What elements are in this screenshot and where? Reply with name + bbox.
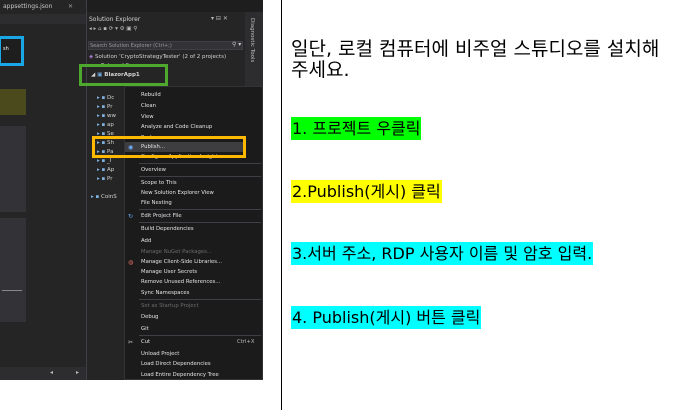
editor-panel <box>0 218 26 322</box>
menu-item-git[interactable]: Git <box>141 326 149 333</box>
editor-panel <box>0 89 26 115</box>
toolbar-icons[interactable]: ◂ ▸ ⌂ ▪ ⟳ ▾ ⚙ ▣ ⚲ <box>89 25 137 34</box>
menu-item-cut[interactable]: Cut <box>141 339 150 346</box>
publish-tab-label: sh <box>3 46 9 52</box>
tree-item-icon: ▸ ▪ <box>97 122 107 128</box>
solution-icon: ◈ <box>89 54 94 60</box>
instruction-panel: 일단, 로컬 컴퓨터에 비주얼 스튜디오를 설치해주세요. 1. 프로젝트 우클… <box>282 0 690 410</box>
tree-item-label: _I <box>107 158 112 164</box>
tree-item-label: CoinS <box>101 194 117 200</box>
context-menu: Rebuild Clean View Analyze and Code Cleanup… <box>92 86 263 380</box>
tree-item-icon: ▸ ▪ <box>97 95 107 101</box>
scroll-left-icon[interactable]: ◂ <box>50 369 53 376</box>
menu-item-load-direct-dependencies[interactable]: Load Direct Dependencies <box>141 361 211 368</box>
document-tab[interactable]: appsettings.json <box>3 0 52 14</box>
divider <box>2 290 22 291</box>
tree-item[interactable]: ▸ ▪ CoinS <box>91 193 117 202</box>
menu-item-manage-user-secrets[interactable]: Manage User Secrets <box>141 269 197 276</box>
tree-item[interactable]: ▸ ▪ Pr <box>97 103 112 112</box>
menu-item-debug[interactable]: Debug <box>141 314 158 321</box>
tree-item[interactable]: ▸ ▪ ww <box>97 112 116 121</box>
menu-separator <box>139 299 261 300</box>
tree-item-label: Dc <box>107 95 115 101</box>
tree-item-icon: ▸ ▪ <box>97 167 107 173</box>
refresh-icon: ↻ <box>128 213 134 220</box>
step-4: 4. Publish(게시) 버튼 클릭 <box>291 306 482 329</box>
scissors-icon: ✂ <box>128 339 134 346</box>
menu-item-scope-to-this[interactable]: Scope to This <box>141 180 177 187</box>
tree-item-label: Ap <box>107 167 115 173</box>
tree-item[interactable]: ▸ ▪ Ap <box>97 166 114 175</box>
menu-item-overview[interactable]: Overview <box>141 167 166 174</box>
step-2: 2.Publish(게시) 클릭 <box>291 180 442 203</box>
tree-item[interactable]: ▸ ▪ _I <box>97 157 111 166</box>
tree-item-label: Pr <box>107 176 113 182</box>
menu-item-add[interactable]: Add <box>141 238 151 245</box>
menu-item-manage-nuget-packages: Manage NuGet Packages... <box>141 249 212 255</box>
pin-icon[interactable]: ▾ ⊟ ✕ <box>211 15 228 22</box>
menu-item-clean[interactable]: Clean <box>141 103 156 110</box>
tree-item[interactable]: ▸ ▪ ap <box>97 121 114 130</box>
diagnostic-tools-label: Diagnostic Tools <box>249 18 255 63</box>
menu-separator <box>139 222 261 223</box>
menu-item-load-entire-dependency-tree[interactable]: Load Entire Dependency Tree <box>141 372 219 379</box>
publish-highlight <box>92 136 246 158</box>
search-icon: ⚲ ▾ <box>232 41 242 48</box>
menu-item-sync-namespaces[interactable]: Sync Namespaces <box>141 290 189 297</box>
tree-item-label: ap <box>107 122 114 128</box>
tree-item-icon: ▸ ▪ <box>97 104 107 110</box>
library-icon: ◍ <box>128 259 134 266</box>
menu-item-view[interactable]: View <box>141 114 154 121</box>
menu-separator <box>139 176 261 177</box>
menu-separator <box>139 335 261 336</box>
tree-item-icon: ▸ ▪ <box>97 113 107 119</box>
tree-item-icon: ▸ ▪ <box>97 158 107 164</box>
tree-item-icon: ▸ ▪ <box>97 176 107 182</box>
menu-item-set-as-startup-project: Set as Startup Project <box>141 303 199 309</box>
solution-row[interactable]: ◈ Solution 'CryptoStrategyTester' (2 of … <box>89 53 226 62</box>
horizontal-scrollbar[interactable]: ◂ ▸ <box>0 367 86 380</box>
menu-item-manage-client-side-libraries[interactable]: Manage Client-Side Libraries... <box>141 259 222 266</box>
visual-studio-screenshot: appsettings.json ✕ sh ◂ ▸ Solution Explo… <box>0 0 263 380</box>
document-tab-bar <box>0 14 86 24</box>
tree-item-icon: ▸ ▪ <box>91 194 101 200</box>
search-placeholder: Search Solution Explorer (Ctrl+;) <box>90 43 172 49</box>
menu-item-file-nesting[interactable]: File Nesting <box>141 200 172 207</box>
menu-item-rebuild[interactable]: Rebuild <box>141 92 161 99</box>
solution-explorer-title: Solution Explorer <box>89 16 141 23</box>
menu-item-unload-project[interactable]: Unload Project <box>141 351 179 358</box>
step-1: 1. 프로젝트 우클릭 <box>291 117 422 140</box>
menu-separator <box>139 163 261 164</box>
tree-item[interactable]: ▸ ▪ Pr <box>97 175 112 184</box>
close-icon[interactable]: ✕ <box>68 0 73 14</box>
menu-item-edit-project-file[interactable]: Edit Project File <box>141 213 182 220</box>
editor-panel <box>0 126 26 212</box>
menu-item-remove-unused-references[interactable]: Remove Unused References... <box>141 279 220 286</box>
menu-item-new-solution-explorer-view[interactable]: New Solution Explorer View <box>141 190 214 197</box>
tree-item-label: Pr <box>107 104 113 110</box>
menu-item-analyze-and-code-cleanup[interactable]: Analyze and Code Cleanup <box>141 124 212 131</box>
menu-item-build-dependencies[interactable]: Build Dependencies <box>141 226 194 233</box>
publish-tab-highlight[interactable]: sh <box>0 36 24 66</box>
menu-separator <box>139 209 261 210</box>
scroll-right-icon[interactable]: ▸ <box>76 369 79 376</box>
project-highlight <box>79 64 168 86</box>
step-3: 3.서버 주소, RDP 사용자 이름 및 암호 입력. <box>291 242 594 265</box>
intro-text: 일단, 로컬 컴퓨터에 비주얼 스튜디오를 설치해주세요. <box>291 38 660 81</box>
tree-item-label: ww <box>107 113 116 119</box>
cut-shortcut: Ctrl+X <box>237 339 255 345</box>
search-input[interactable]: Search Solution Explorer (Ctrl+;) ⚲ ▾ <box>88 41 243 50</box>
tree-item[interactable]: ▸ ▪ Dc <box>97 94 114 103</box>
